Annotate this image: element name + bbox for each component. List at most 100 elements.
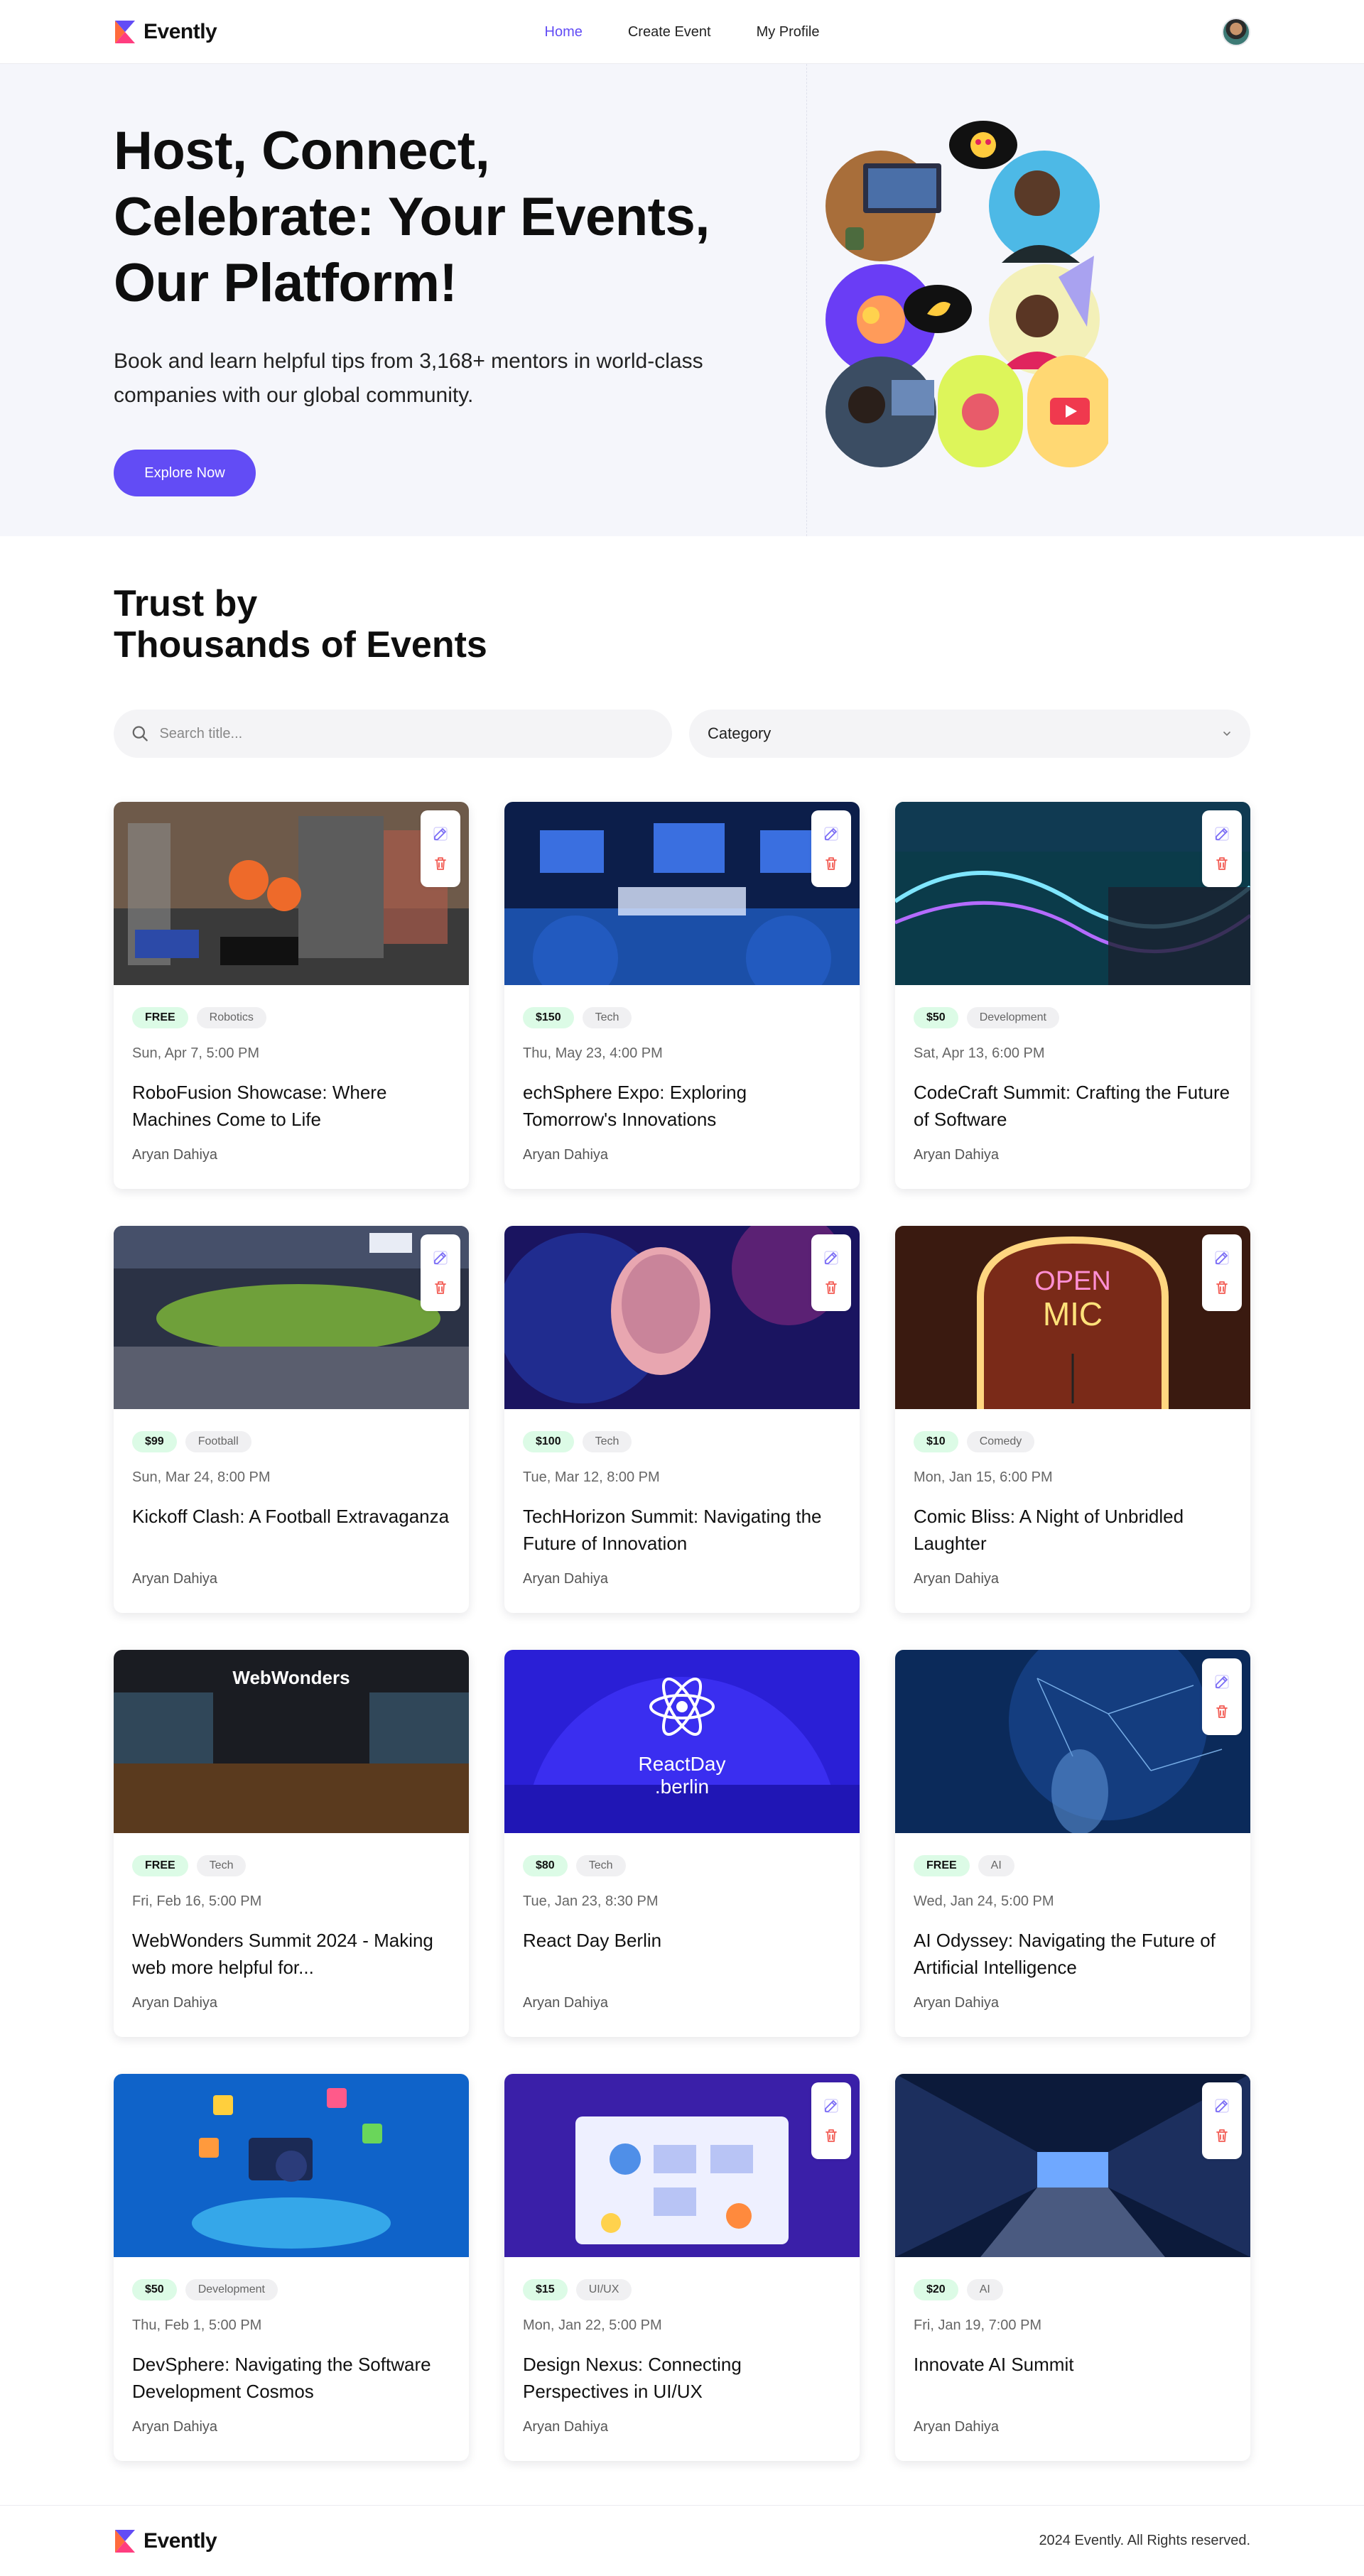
event-title[interactable]: DevSphere: Navigating the Software Devel… (132, 2351, 450, 2405)
event-card[interactable]: WebWonders FREE Tech Fri, Feb 16, 5:00 P… (114, 1650, 469, 2037)
brand-logo[interactable]: Evently (114, 19, 217, 45)
category-badge: Tech (582, 1431, 632, 1452)
event-card[interactable]: $50 Development Sat, Apr 13, 6:00 PM Cod… (895, 802, 1250, 1189)
event-image (504, 802, 860, 1001)
trash-icon[interactable] (432, 855, 449, 872)
card-actions (1202, 2082, 1242, 2159)
category-select[interactable]: Category (689, 710, 1250, 758)
event-title[interactable]: AI Odyssey: Navigating the Future of Art… (914, 1927, 1232, 1981)
hero-subtitle: Book and learn helpful tips from 3,168+ … (114, 349, 703, 407)
card-actions (1202, 1234, 1242, 1311)
user-avatar[interactable] (1222, 17, 1250, 46)
event-card[interactable]: OPEN MIC $10 Comedy Mon, Jan 15, 6:00 PM… (895, 1226, 1250, 1613)
footer-brand-name: Evently (144, 2528, 217, 2553)
price-badge: $15 (523, 2279, 568, 2300)
event-date: Sun, Mar 24, 8:00 PM (132, 1469, 271, 1485)
event-card[interactable]: $50 Development Thu, Feb 1, 5:00 PM DevS… (114, 2074, 469, 2461)
card-tags: FREE Tech (132, 1855, 450, 1876)
card-body: $50 Development Thu, Feb 1, 5:00 PM DevS… (114, 2261, 469, 2435)
event-title[interactable]: RoboFusion Showcase: Where Machines Come… (132, 1079, 450, 1133)
trash-icon[interactable] (823, 855, 840, 872)
search-box[interactable] (114, 710, 672, 758)
event-organizer: Aryan Dahiya (914, 1147, 1000, 1163)
event-date: Sat, Apr 13, 6:00 PM (914, 1045, 1045, 1061)
search-input[interactable] (159, 725, 655, 742)
price-badge: $20 (914, 2279, 958, 2300)
event-title[interactable]: Kickoff Clash: A Football Extravaganza (132, 1503, 450, 1557)
event-date: Thu, Feb 1, 5:00 PM (132, 2317, 262, 2333)
nav-create-event[interactable]: Create Event (628, 24, 711, 40)
event-title[interactable]: Comic Bliss: A Night of Unbridled Laught… (914, 1503, 1232, 1557)
chevron-down-icon (1223, 732, 1230, 737)
trash-icon[interactable] (823, 2127, 840, 2144)
event-card[interactable]: $20 AI Fri, Jan 19, 7:00 PM Innovate AI … (895, 2074, 1250, 2461)
price-badge: $50 (132, 2279, 177, 2300)
edit-icon[interactable] (432, 1249, 449, 1266)
edit-icon[interactable] (823, 2097, 840, 2114)
edit-icon[interactable] (432, 825, 449, 842)
events-grid: FREE Robotics Sun, Apr 7, 5:00 PM RoboFu… (114, 802, 1250, 2461)
event-card[interactable]: $150 Tech Thu, May 23, 4:00 PM echSphere… (504, 802, 860, 1189)
event-card[interactable]: ReactDay .berlin $80 Tech Tue, Jan 23, 8… (504, 1650, 860, 2037)
section-title-line2: Thousands of Events (114, 624, 487, 665)
event-image (504, 2074, 860, 2257)
trash-icon[interactable] (1213, 1703, 1230, 1720)
event-date: Mon, Jan 15, 6:00 PM (914, 1469, 1053, 1485)
card-actions (811, 2082, 851, 2159)
event-card[interactable]: $15 UI/UX Mon, Jan 22, 5:00 PM Design Ne… (504, 2074, 860, 2461)
card-tags: $15 UI/UX (523, 2279, 841, 2300)
edit-icon[interactable] (1213, 2097, 1230, 2114)
edit-icon[interactable] (1213, 1249, 1230, 1266)
section-title-line1: Trust by (114, 583, 258, 624)
event-organizer: Aryan Dahiya (914, 1571, 1000, 1587)
trash-icon[interactable] (1213, 1279, 1230, 1296)
event-image (114, 802, 469, 985)
event-date: Tue, Mar 12, 8:00 PM (523, 1469, 660, 1485)
card-actions (1202, 1658, 1242, 1735)
event-card[interactable]: FREE Robotics Sun, Apr 7, 5:00 PM RoboFu… (114, 802, 469, 1189)
event-title[interactable]: echSphere Expo: Exploring Tomorrow's Inn… (523, 1079, 841, 1133)
event-title[interactable]: Design Nexus: Connecting Perspectives in… (523, 2351, 841, 2405)
trash-icon[interactable] (432, 1279, 449, 1296)
edit-icon[interactable] (1213, 1673, 1230, 1690)
event-title[interactable]: React Day Berlin (523, 1927, 841, 1981)
edit-icon[interactable] (823, 1249, 840, 1266)
evently-logo-icon (114, 19, 136, 45)
explore-now-button[interactable]: Explore Now (114, 450, 256, 496)
event-image (114, 2074, 469, 2257)
trash-icon[interactable] (1213, 2127, 1230, 2144)
trash-icon[interactable] (823, 1279, 840, 1296)
price-badge: $100 (523, 1431, 574, 1452)
card-body: $100 Tech Tue, Mar 12, 8:00 PM TechHoriz… (504, 1413, 860, 1587)
nav-home[interactable]: Home (545, 24, 583, 40)
price-badge: $50 (914, 1007, 958, 1028)
event-organizer: Aryan Dahiya (523, 1995, 609, 2011)
category-badge: Comedy (966, 1431, 1035, 1452)
event-date: Wed, Jan 24, 5:00 PM (914, 1893, 1054, 1909)
footer-logo[interactable]: Evently (114, 2528, 217, 2554)
event-title[interactable]: WebWonders Summit 2024 - Making web more… (132, 1927, 450, 1981)
card-tags: $80 Tech (523, 1855, 841, 1876)
card-body: $15 UI/UX Mon, Jan 22, 5:00 PM Design Ne… (504, 2261, 860, 2435)
event-card[interactable]: FREE AI Wed, Jan 24, 5:00 PM AI Odyssey:… (895, 1650, 1250, 2037)
event-title[interactable]: CodeCraft Summit: Crafting the Future of… (914, 1079, 1232, 1133)
event-image-text-1: OPEN (1034, 1266, 1111, 1296)
event-title[interactable]: Innovate AI Summit (914, 2351, 1232, 2405)
event-organizer: Aryan Dahiya (132, 1147, 218, 1163)
event-image (895, 802, 1250, 985)
evently-logo-icon (114, 2528, 136, 2554)
trash-icon[interactable] (1213, 855, 1230, 872)
price-badge: $150 (523, 1007, 574, 1028)
hero-section: Host, Connect, Celebrate: Your Events, O… (0, 64, 1364, 536)
event-card[interactable]: $100 Tech Tue, Mar 12, 8:00 PM TechHoriz… (504, 1226, 860, 1613)
event-image: WebWonders (114, 1650, 469, 1833)
event-title[interactable]: TechHorizon Summit: Navigating the Futur… (523, 1503, 841, 1557)
event-card[interactable]: $99 Football Sun, Mar 24, 8:00 PM Kickof… (114, 1226, 469, 1613)
event-image (895, 2074, 1250, 2257)
edit-icon[interactable] (823, 825, 840, 842)
card-body: $10 Comedy Mon, Jan 15, 6:00 PM Comic Bl… (895, 1413, 1250, 1587)
edit-icon[interactable] (1213, 825, 1230, 842)
nav-my-profile[interactable]: My Profile (757, 24, 820, 40)
event-organizer: Aryan Dahiya (132, 1995, 218, 2011)
card-actions (1202, 810, 1242, 887)
